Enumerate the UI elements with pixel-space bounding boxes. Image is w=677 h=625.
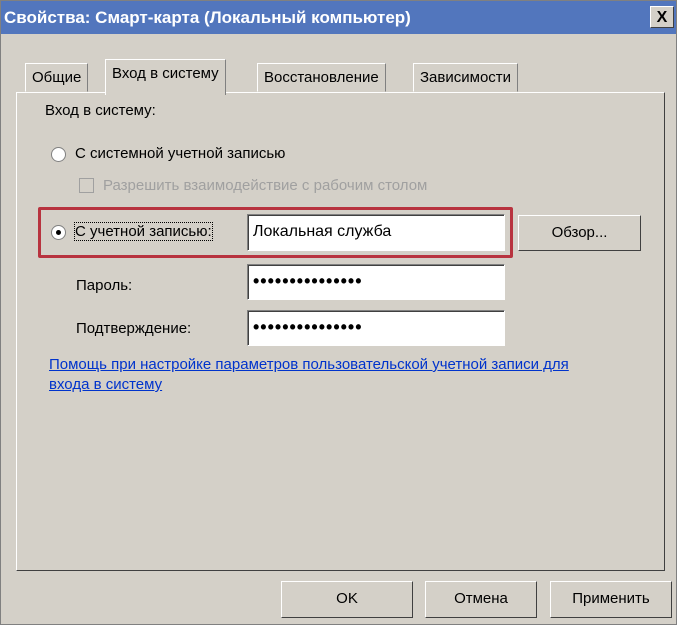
cancel-button[interactable]: Отмена [425,581,537,618]
help-link[interactable]: Помощь при настройке параметров пользова… [49,355,609,395]
this-account-label[interactable]: С учетной записью: [74,222,213,241]
desktop-interact-checkbox[interactable] [79,178,94,193]
this-account-radio[interactable] [51,225,66,240]
tab-dependencies[interactable]: Зависимости [413,63,519,92]
confirm-label: Подтверждение: [76,320,192,337]
desktop-interact-label: Разрешить взаимодействие с рабочим столо… [103,177,428,194]
password-field[interactable]: ••••••••••••••• [247,264,505,300]
confirm-password-field[interactable]: ••••••••••••••• [247,310,505,346]
account-name-field[interactable]: Локальная служба [247,214,505,251]
password-label: Пароль: [76,277,133,294]
system-account-label[interactable]: С системной учетной записью [75,145,285,162]
tab-general[interactable]: Общие [25,63,89,92]
apply-button[interactable]: Применить [550,581,672,618]
properties-dialog: Свойства: Смарт-карта (Локальный компьют… [0,0,677,625]
close-button[interactable]: X [650,6,674,28]
ok-button[interactable]: OK [281,581,413,618]
system-account-radio[interactable] [51,147,66,162]
tab-logon[interactable]: Вход в систему [105,59,226,95]
logon-section-label: Вход в систему: [45,102,156,119]
browse-button[interactable]: Обзор... [518,215,641,251]
title-bar: Свойства: Смарт-карта (Локальный компьют… [1,1,676,34]
window-title: Свойства: Смарт-карта (Локальный компьют… [4,8,411,27]
radio-selected-dot [56,230,61,235]
tab-recovery[interactable]: Восстановление [257,63,386,92]
